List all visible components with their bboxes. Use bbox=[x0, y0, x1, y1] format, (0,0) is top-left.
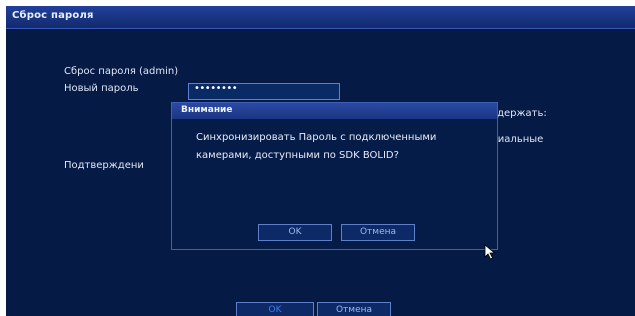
title-bar: Сброс пароля bbox=[6, 6, 635, 29]
password-hint-line1: одержать: bbox=[491, 108, 547, 119]
reset-password-window: Сброс пароля Сброс пароля (admin) Новый … bbox=[6, 6, 635, 316]
mouse-cursor-icon bbox=[484, 244, 496, 260]
new-password-value: •••••••• bbox=[194, 83, 238, 94]
dialog-title-bar: Внимание bbox=[172, 103, 497, 119]
new-password-input[interactable]: •••••••• bbox=[188, 83, 340, 100]
new-password-label: Новый пароль bbox=[64, 83, 139, 94]
window-title: Сброс пароля bbox=[12, 10, 94, 21]
confirm-password-label: Подтверждени bbox=[64, 160, 144, 171]
ok-button[interactable]: OK bbox=[236, 302, 314, 316]
cancel-button[interactable]: Отмена bbox=[317, 302, 391, 316]
dialog-message: Синхронизировать Пароль с подключенными … bbox=[196, 132, 437, 161]
reset-heading: Сброс пароля (admin) bbox=[64, 66, 179, 77]
attention-dialog: Внимание Синхронизировать Пароль с подкл… bbox=[171, 102, 498, 250]
dialog-cancel-button[interactable]: Отмена bbox=[341, 224, 415, 241]
password-hint-line2: циальные bbox=[491, 134, 544, 145]
dialog-ok-button[interactable]: OK bbox=[258, 224, 332, 241]
dialog-title: Внимание bbox=[181, 105, 233, 115]
